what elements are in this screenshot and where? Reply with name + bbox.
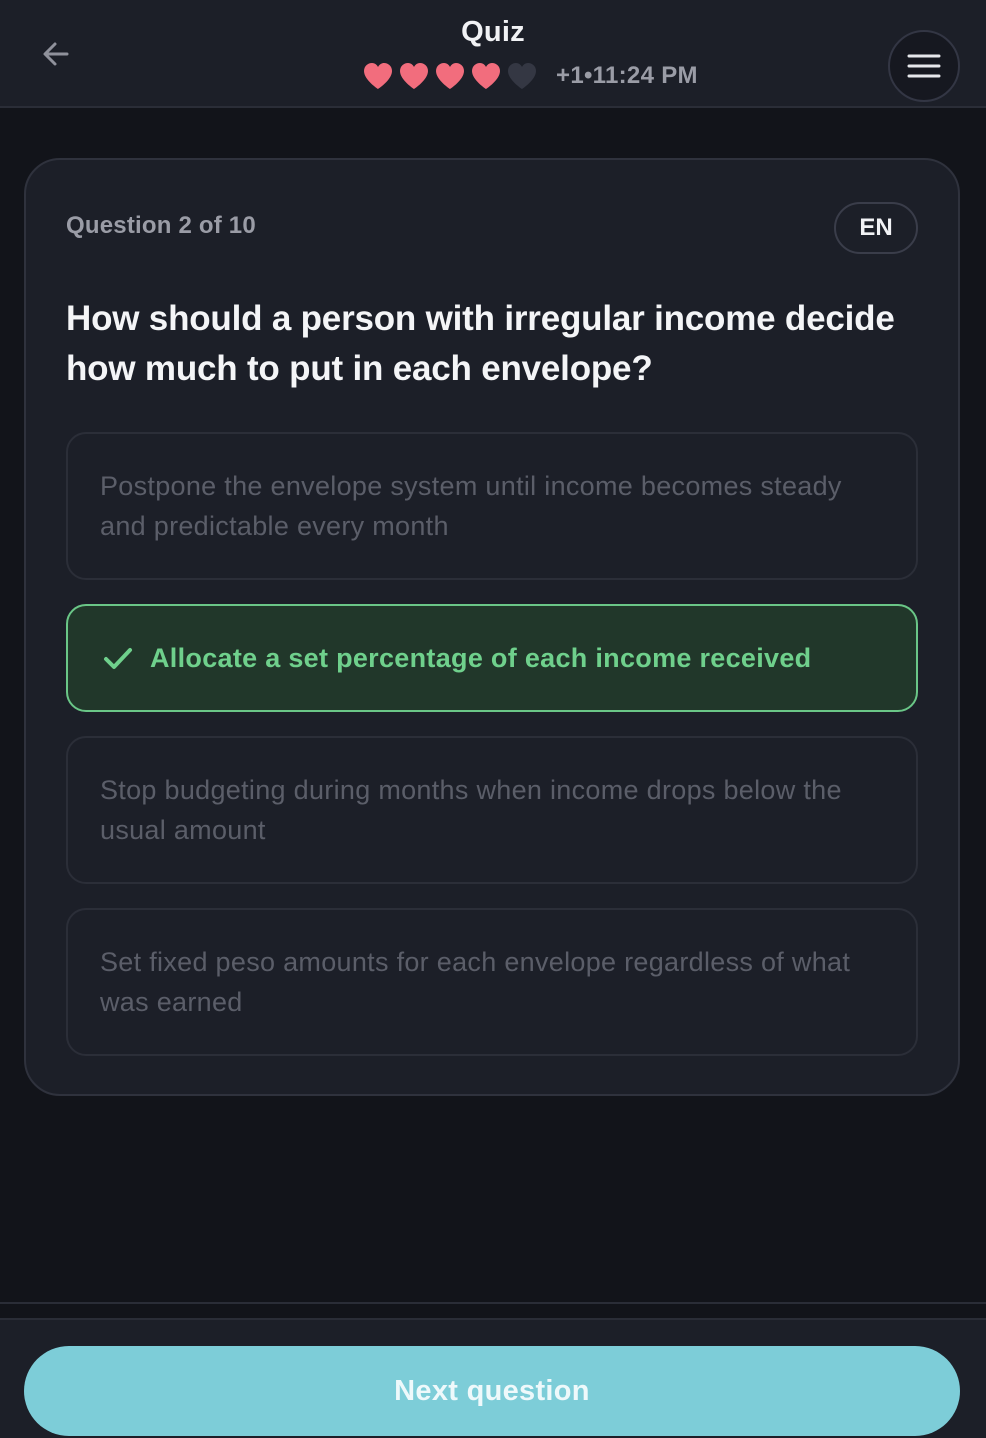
status-row: +1•11:24 PM	[362, 60, 698, 92]
answer-option-label: Postpone the envelope system until incom…	[100, 471, 842, 541]
answer-option-label: Allocate a set percentage of each income…	[150, 643, 812, 673]
heart-full-icon	[436, 63, 464, 89]
answer-option-4[interactable]: Set fixed peso amounts for each envelope…	[66, 908, 918, 1056]
top-bar: Quiz +1•11:24 PM	[0, 0, 986, 108]
footer-divider	[0, 1302, 986, 1304]
status-text: +1•11:24 PM	[556, 62, 698, 89]
page-title: Quiz	[461, 16, 525, 48]
answer-option-2-correct[interactable]: Allocate a set percentage of each income…	[66, 604, 918, 712]
heart-full-icon	[472, 63, 500, 89]
footer-bar: Next question	[0, 1318, 986, 1438]
answer-option-1[interactable]: Postpone the envelope system until incom…	[66, 432, 918, 580]
heart-full-icon	[364, 63, 392, 89]
menu-button[interactable]	[888, 30, 960, 102]
heart-empty-icon	[508, 63, 536, 89]
heart-full-icon	[400, 63, 428, 89]
hamburger-menu-icon	[907, 54, 941, 78]
answer-option-label: Stop budgeting during months when income…	[100, 775, 842, 845]
next-question-button[interactable]: Next question	[24, 1346, 960, 1436]
question-counter: Question 2 of 10	[66, 212, 256, 239]
lives-indicator	[362, 61, 542, 91]
language-button[interactable]: EN	[834, 202, 918, 254]
answer-option-label: Set fixed peso amounts for each envelope…	[100, 947, 851, 1017]
question-text: How should a person with irregular incom…	[66, 299, 895, 388]
answer-option-3[interactable]: Stop budgeting during months when income…	[66, 736, 918, 884]
check-icon	[104, 648, 132, 669]
question-card: Question 2 of 10 EN How should a person …	[24, 158, 960, 1096]
